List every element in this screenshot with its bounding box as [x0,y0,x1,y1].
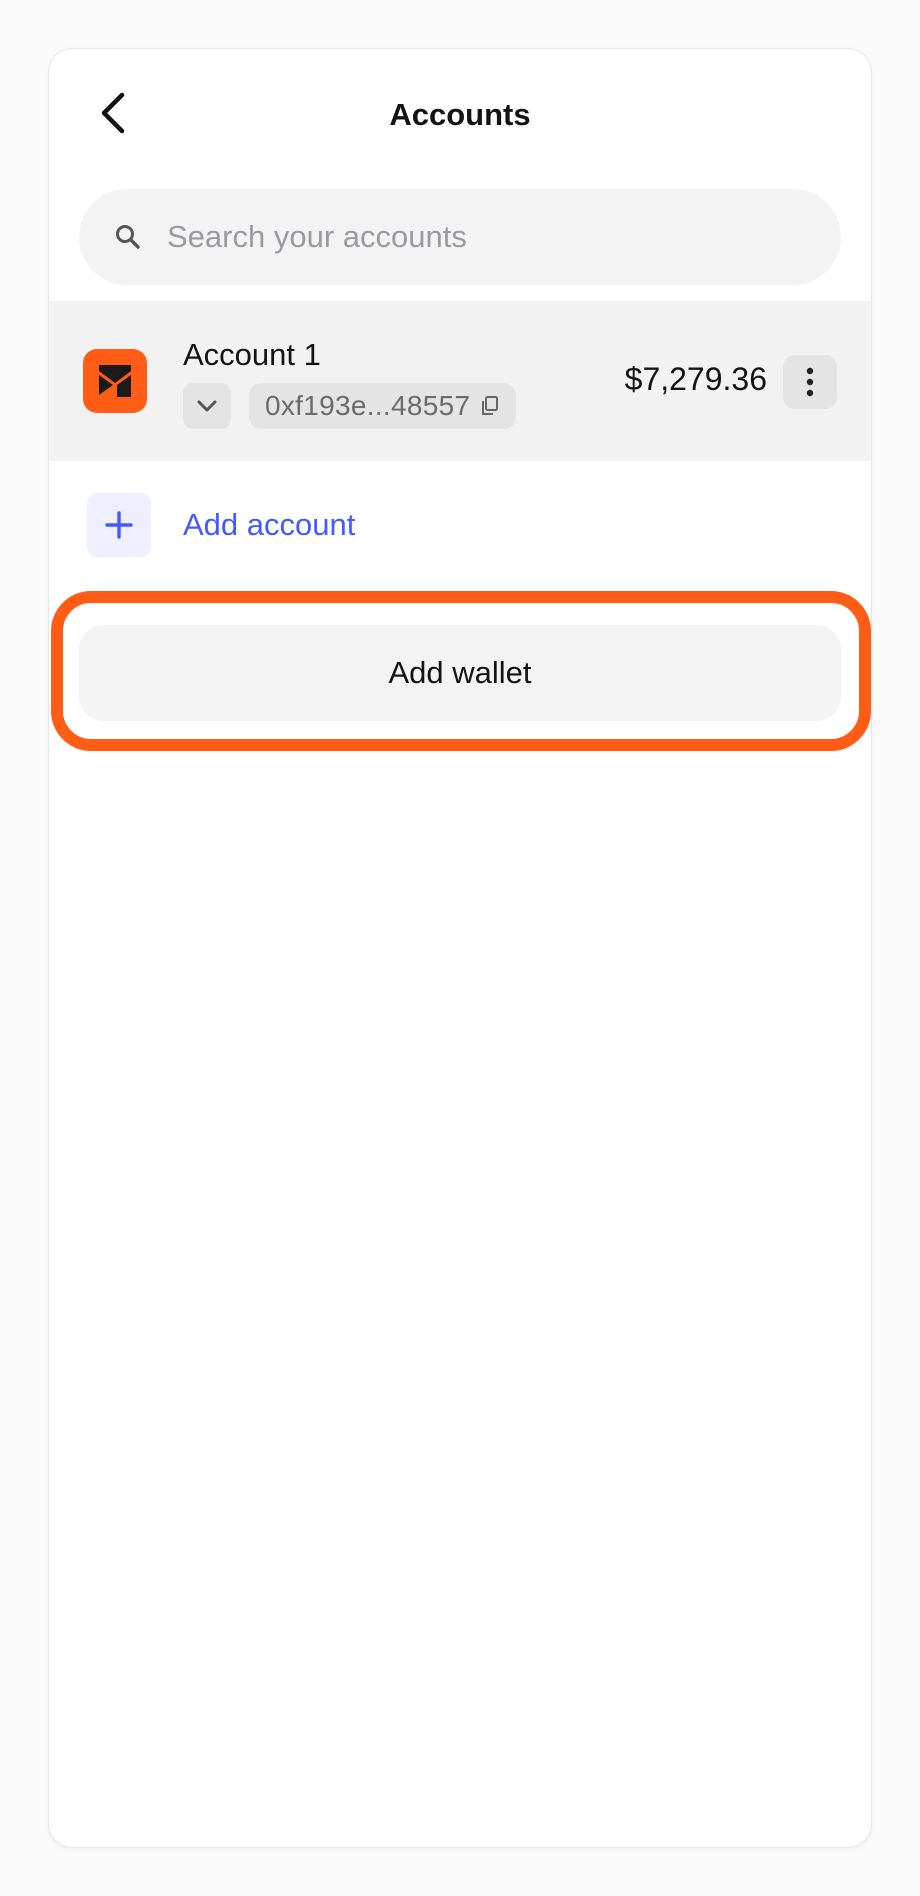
add-account-button[interactable]: Add account [87,493,355,557]
account-name: Account 1 [183,337,321,372]
account-address: 0xf193e...48557 [265,390,471,421]
add-account-label: Add account [183,507,356,542]
account-address-chip[interactable]: 0xf193e...48557 [249,383,517,429]
accounts-panel: Accounts Account 1 0xf193e...48557 [48,48,872,1848]
search-bar[interactable] [79,189,841,285]
header: Accounts [49,49,871,179]
account-row[interactable]: Account 1 0xf193e...48557 $7,279.36 [49,301,871,461]
plus-icon-box [87,493,151,557]
page-title: Accounts [389,97,531,132]
plus-icon [105,511,133,539]
add-wallet-button[interactable]: Add wallet [79,625,841,721]
more-vertical-icon [806,367,814,397]
expand-account-button[interactable] [183,383,231,429]
search-input[interactable] [165,218,805,256]
account-balance: $7,279.36 [624,361,767,397]
account-menu-button[interactable] [783,355,837,409]
account-avatar [83,349,147,413]
copy-icon [482,396,499,415]
account-logo-icon [99,365,131,397]
search-icon [113,222,143,252]
chevron-down-icon [197,400,217,412]
